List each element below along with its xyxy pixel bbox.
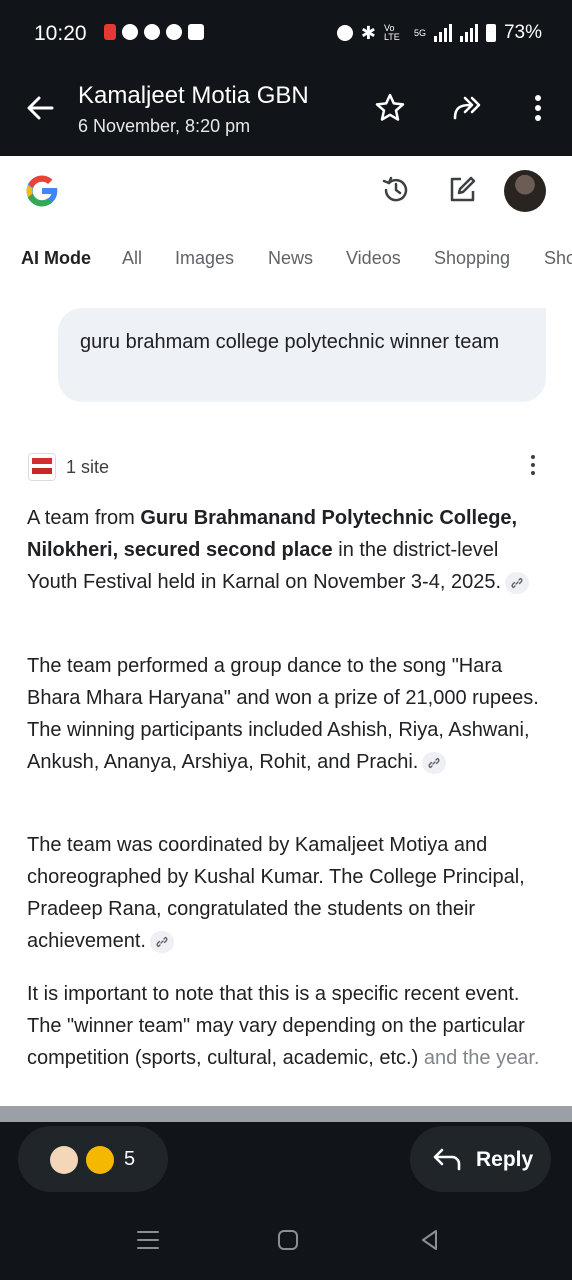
sources-row[interactable]: 1 site <box>28 453 110 481</box>
edit-icon[interactable] <box>446 174 478 206</box>
answer-text: The team performed a group dance to the … <box>27 655 539 773</box>
tab-news[interactable]: News <box>268 248 313 269</box>
search-tabs: AI Mode All Images News Videos Shopping … <box>0 248 572 288</box>
history-icon[interactable] <box>380 174 412 206</box>
reply-icon <box>433 1148 461 1171</box>
answer-text-faded: and the year. <box>423 1047 540 1069</box>
system-icons: ✱ Vo LTE 5G 73% <box>336 22 542 44</box>
source-logo-icon <box>28 453 56 481</box>
tab-ai-mode[interactable]: AI Mode <box>21 248 91 269</box>
alarm-icon <box>336 25 353 41</box>
thumbs-up-icon <box>86 1146 114 1174</box>
status-time: 10:20 <box>34 22 87 45</box>
more-options-icon[interactable] <box>522 92 554 124</box>
tab-all[interactable]: All <box>122 248 142 269</box>
forward-icon[interactable] <box>452 92 484 124</box>
google-logo-icon <box>26 175 59 207</box>
citation-link-icon[interactable] <box>149 930 174 953</box>
sources-count: 1 site <box>66 456 110 477</box>
back-arrow-icon[interactable] <box>22 90 58 126</box>
app-notification-icon <box>122 24 138 40</box>
5g-label: 5G <box>413 28 426 38</box>
signal-icon <box>459 24 478 42</box>
citation-link-icon[interactable] <box>505 571 529 594</box>
app-notification-icon <box>144 24 160 40</box>
reactions-pill[interactable]: 5 <box>18 1126 168 1192</box>
app-notification-icon <box>104 24 116 40</box>
page-title: Kamaljeet Motia GBN <box>78 82 309 109</box>
answer-more-icon[interactable] <box>526 454 540 476</box>
avatar[interactable] <box>504 170 546 212</box>
reaction-count: 5 <box>124 1148 136 1170</box>
screenshot-edge <box>0 1106 572 1122</box>
bottom-bar: 5 Reply <box>0 1122 572 1280</box>
query-bubble: guru brahmam college polytechnic winner … <box>58 308 546 402</box>
answer-paragraph: The team performed a group dance to the … <box>27 650 547 778</box>
notification-icons <box>104 24 204 40</box>
query-text: guru brahmam college polytechnic winner … <box>80 331 500 353</box>
tab-images[interactable]: Images <box>175 248 234 269</box>
star-icon[interactable] <box>374 92 406 124</box>
recent-apps-icon[interactable] <box>134 1226 162 1254</box>
status-bar: 10:20 ✱ Vo LTE 5G 73% <box>0 0 572 66</box>
tab-shopping[interactable]: Shopping <box>434 248 510 269</box>
news-notification-icon <box>188 24 204 40</box>
clapping-hands-icon <box>50 1146 78 1174</box>
home-icon[interactable] <box>274 1226 302 1254</box>
chat-header: Kamaljeet Motia GBN 6 November, 8:20 pm <box>0 66 572 156</box>
chat-notification-icon <box>166 24 182 40</box>
answer-paragraph: It is important to note that this is a s… <box>27 978 547 1074</box>
reply-label: Reply <box>476 1148 534 1171</box>
battery-level: 73% <box>503 22 542 43</box>
answer-paragraph: A team from Guru Brahmanand Polytechnic … <box>27 502 547 598</box>
back-nav-icon[interactable] <box>416 1226 444 1254</box>
reply-button[interactable]: Reply <box>410 1126 551 1192</box>
citation-link-icon[interactable] <box>422 751 447 774</box>
answer-text: The team was coordinated by Kamaljeet Mo… <box>27 834 525 952</box>
answer-text: A team from <box>27 507 141 529</box>
tab-shorts[interactable]: Sho <box>544 248 572 269</box>
signal-icon <box>433 24 452 42</box>
answer-paragraph: The team was coordinated by Kamaljeet Mo… <box>27 829 547 957</box>
bluetooth-icon: ✱ <box>360 22 376 43</box>
shared-screenshot: AI Mode All Images News Videos Shopping … <box>0 156 572 1106</box>
volte-label: Vo LTE <box>383 23 400 42</box>
message-timestamp: 6 November, 8:20 pm <box>78 116 251 136</box>
battery-icon <box>485 24 496 42</box>
tab-videos[interactable]: Videos <box>346 248 401 269</box>
